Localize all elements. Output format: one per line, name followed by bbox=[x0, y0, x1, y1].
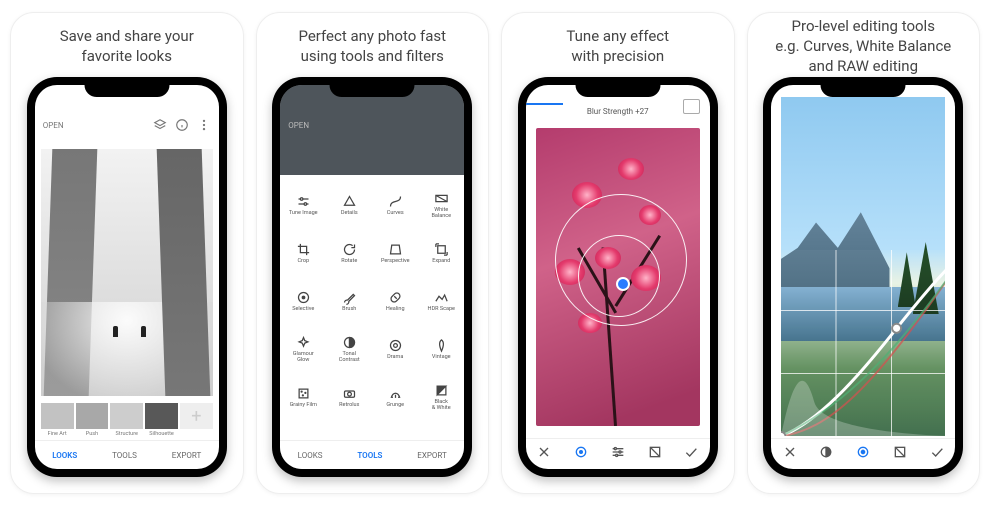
card-caption: Tune any effect with precision bbox=[566, 23, 669, 69]
look-label: Silhouette bbox=[149, 431, 174, 437]
tab-looks[interactable]: LOOKS bbox=[52, 451, 77, 460]
tab-looks[interactable]: LOOKS bbox=[298, 451, 323, 460]
card-caption: Pro-level editing tools e.g. Curves, Whi… bbox=[775, 23, 951, 69]
tool-black-white[interactable]: Black & White bbox=[418, 373, 464, 421]
phone-frame: Blur Strength +27 bbox=[518, 77, 718, 477]
tool-details[interactable]: Details bbox=[326, 181, 372, 229]
card-caption: Perfect any photo fast using tools and f… bbox=[298, 23, 446, 69]
phone-notch bbox=[575, 77, 660, 97]
looks-strip: Fine Art Push Structure Silhouette + bbox=[35, 400, 219, 440]
bottom-tabs: LOOKS TOOLS EXPORT bbox=[35, 440, 219, 469]
progress-indicator bbox=[526, 103, 563, 105]
look-label: Fine Art bbox=[48, 431, 67, 437]
cancel-button[interactable] bbox=[782, 444, 798, 464]
invert-button[interactable] bbox=[892, 444, 908, 464]
layers-icon[interactable] bbox=[398, 118, 412, 132]
info-icon[interactable] bbox=[175, 118, 189, 132]
tool-glamour-glow[interactable]: Glamour Glow bbox=[280, 325, 326, 373]
main-photo[interactable] bbox=[41, 149, 213, 396]
phone-frame bbox=[763, 77, 963, 477]
tool-brush[interactable]: Brush bbox=[326, 277, 372, 325]
screenshot-gallery: Save and share your favorite looks OPEN bbox=[0, 0, 990, 506]
compare-icon[interactable] bbox=[683, 99, 700, 114]
tool-retrolux[interactable]: Retrolux bbox=[326, 373, 372, 421]
more-icon[interactable] bbox=[197, 118, 211, 132]
look-label: Push bbox=[86, 431, 98, 437]
adjust-button[interactable] bbox=[610, 444, 626, 464]
gallery-card-2: Perfect any photo fast using tools and f… bbox=[256, 12, 490, 494]
tab-tools[interactable]: TOOLS bbox=[357, 451, 382, 460]
action-bar bbox=[526, 438, 710, 469]
add-look-button[interactable]: + bbox=[180, 403, 213, 437]
look-thumb[interactable]: Structure bbox=[110, 403, 143, 437]
tool-white-balance[interactable]: White Balance bbox=[418, 181, 464, 229]
channel-luminance-button[interactable] bbox=[818, 444, 834, 464]
open-button[interactable]: OPEN bbox=[288, 121, 309, 130]
info-icon[interactable] bbox=[420, 118, 434, 132]
apply-button[interactable] bbox=[929, 444, 945, 464]
more-icon[interactable] bbox=[442, 118, 456, 132]
apply-button[interactable] bbox=[683, 444, 699, 464]
tool-grainy-film[interactable]: Grainy Film bbox=[280, 373, 326, 421]
open-button[interactable]: OPEN bbox=[43, 121, 64, 130]
tab-export[interactable]: EXPORT bbox=[417, 451, 447, 460]
gallery-card-1: Save and share your favorite looks OPEN bbox=[10, 12, 244, 494]
look-thumb[interactable]: Fine Art bbox=[41, 403, 74, 437]
tool-hdr-scape[interactable]: HDR Scape bbox=[418, 277, 464, 325]
phone-screen: OPEN Fine Art Push Structure S bbox=[35, 85, 219, 469]
phone-notch bbox=[330, 77, 415, 97]
shape-button[interactable] bbox=[573, 444, 589, 464]
phone-screen bbox=[771, 85, 955, 469]
tool-expand[interactable]: Expand bbox=[418, 229, 464, 277]
look-thumb[interactable]: Silhouette bbox=[145, 403, 178, 437]
curves-overlay[interactable] bbox=[781, 250, 945, 436]
tab-export[interactable]: EXPORT bbox=[172, 451, 202, 460]
tool-perspective[interactable]: Perspective bbox=[372, 229, 418, 277]
tool-drama[interactable]: Drama bbox=[372, 325, 418, 373]
phone-notch bbox=[84, 77, 169, 97]
gallery-card-3: Tune any effect with precision Blur Stre… bbox=[501, 12, 735, 494]
tool-tune-image[interactable]: Tune Image bbox=[280, 181, 326, 229]
invert-button[interactable] bbox=[647, 444, 663, 464]
tool-selective[interactable]: Selective bbox=[280, 277, 326, 325]
channel-rgb-button[interactable] bbox=[855, 444, 871, 464]
phone-frame: OPEN Fine Art Push Structure S bbox=[27, 77, 227, 477]
phone-notch bbox=[821, 77, 906, 97]
lens-blur-center[interactable] bbox=[616, 277, 630, 291]
look-label: Structure bbox=[116, 431, 138, 437]
main-photo[interactable] bbox=[781, 97, 945, 436]
bottom-tabs: LOOKS TOOLS EXPORT bbox=[280, 440, 464, 469]
tool-healing[interactable]: Healing bbox=[372, 277, 418, 325]
tool-curves[interactable]: Curves bbox=[372, 181, 418, 229]
tool-vintage[interactable]: Vintage bbox=[418, 325, 464, 373]
tab-tools[interactable]: TOOLS bbox=[112, 451, 137, 460]
tool-rotate[interactable]: Rotate bbox=[326, 229, 372, 277]
tool-tonal-contrast[interactable]: Tonal Contrast bbox=[326, 325, 372, 373]
phone-screen: Blur Strength +27 bbox=[526, 85, 710, 469]
layers-icon[interactable] bbox=[153, 118, 167, 132]
tools-sheet: Tune Image Details Curves White Balance … bbox=[280, 175, 464, 441]
look-thumb[interactable]: Push bbox=[76, 403, 109, 437]
gallery-card-4: Pro-level editing tools e.g. Curves, Whi… bbox=[747, 12, 981, 494]
tool-crop[interactable]: Crop bbox=[280, 229, 326, 277]
phone-frame: OPEN Tune Image Details Curves White Bal… bbox=[272, 77, 472, 477]
cancel-button[interactable] bbox=[536, 444, 552, 464]
main-photo[interactable] bbox=[536, 128, 700, 426]
action-bar bbox=[771, 438, 955, 469]
phone-screen: OPEN Tune Image Details Curves White Bal… bbox=[280, 85, 464, 469]
tool-grunge[interactable]: Grunge bbox=[372, 373, 418, 421]
card-caption: Save and share your favorite looks bbox=[60, 23, 194, 69]
